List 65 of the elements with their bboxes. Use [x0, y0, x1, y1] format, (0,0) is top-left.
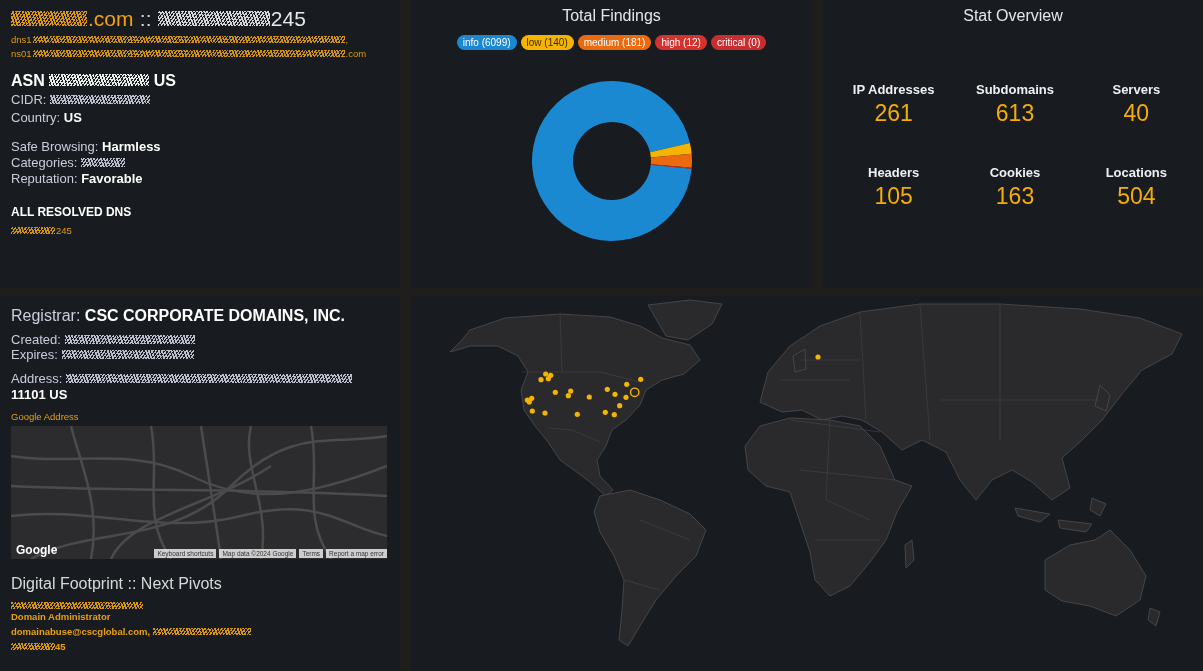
- stat-label: Locations: [1105, 165, 1168, 181]
- field-label: Address:: [11, 371, 63, 387]
- section-heading: Digital Footprint :: Next Pivots: [11, 574, 223, 594]
- panel-title: Stat Overview: [962, 6, 1064, 26]
- stat-value: 613: [995, 99, 1035, 127]
- field-label: Safe Browsing:: [11, 139, 99, 155]
- stat-value: 163: [995, 182, 1035, 210]
- field-value: CSC CORPORATE DOMAINS, INC.: [84, 306, 345, 326]
- google-address-link[interactable]: Google Address: [11, 411, 79, 422]
- legend-item: high (12): [655, 35, 707, 50]
- location-marker: [552, 389, 558, 395]
- asn-text: ASN: [11, 71, 45, 91]
- redaction-mark: [11, 643, 55, 650]
- location-marker: [604, 386, 610, 392]
- field-label: Categories:: [11, 155, 78, 171]
- chart-title: Total Findings: [561, 6, 662, 26]
- stat-value: 40: [1123, 99, 1150, 127]
- field-label: Expires:: [11, 347, 58, 362]
- field-label: Reputation:: [11, 171, 78, 187]
- address-text: 245: [270, 6, 306, 32]
- legend-item: info (6099): [456, 35, 517, 50]
- location-marker: [529, 408, 535, 414]
- pivot-text: domainabuse@cscglobal.com,: [11, 624, 151, 639]
- location-marker: [542, 410, 548, 416]
- stat-value: 261: [874, 99, 913, 127]
- field-label: Registrar:: [11, 306, 81, 326]
- field-value: Favorable: [81, 171, 143, 187]
- domain-text: .com: [88, 6, 134, 32]
- stat-label: Cookies: [989, 165, 1041, 181]
- location-marker: [611, 412, 617, 418]
- stat-label: Headers: [868, 165, 920, 181]
- map-logo: Google: [16, 543, 58, 557]
- location-marker: [638, 376, 644, 382]
- location-marker: [602, 409, 608, 415]
- name-server-text: ns01: [11, 47, 32, 61]
- pivot-text: 45: [55, 639, 66, 654]
- field-label: CIDR:: [11, 91, 47, 109]
- field-label: Country:: [11, 109, 61, 127]
- redaction-mark: [81, 157, 126, 167]
- name-server-text: .com: [345, 47, 367, 61]
- stat-label: IP Addresses: [852, 82, 935, 98]
- stat-label: Subdomains: [976, 82, 1054, 98]
- location-marker: [574, 411, 580, 417]
- location-marker: [612, 391, 618, 397]
- title-separator: ::: [139, 6, 152, 32]
- legend-item: low (140): [520, 35, 574, 50]
- legend-item: critical (0): [710, 35, 767, 50]
- field-value: Harmless: [102, 139, 161, 155]
- field-value: US: [63, 109, 82, 127]
- pivot-text: Domain Administrator: [11, 609, 111, 624]
- field-label: Created:: [11, 332, 61, 347]
- stat-label: Servers: [1112, 82, 1161, 98]
- stat-value: 504: [1117, 182, 1156, 210]
- dns-entry-text: 245: [56, 225, 72, 236]
- location-marker: [815, 354, 821, 360]
- name-server-text: dns1: [11, 33, 32, 47]
- field-value: 11101 US: [11, 387, 68, 403]
- redaction-mark: [11, 227, 55, 234]
- section-heading: ALL RESOLVED DNS: [11, 205, 133, 219]
- location-marker: [586, 394, 592, 400]
- legend-item: medium (181): [577, 35, 652, 50]
- stat-value: 105: [874, 182, 913, 210]
- location-marker: [617, 403, 623, 409]
- name-server-text: ,: [345, 33, 349, 47]
- asn-text: US: [153, 71, 176, 91]
